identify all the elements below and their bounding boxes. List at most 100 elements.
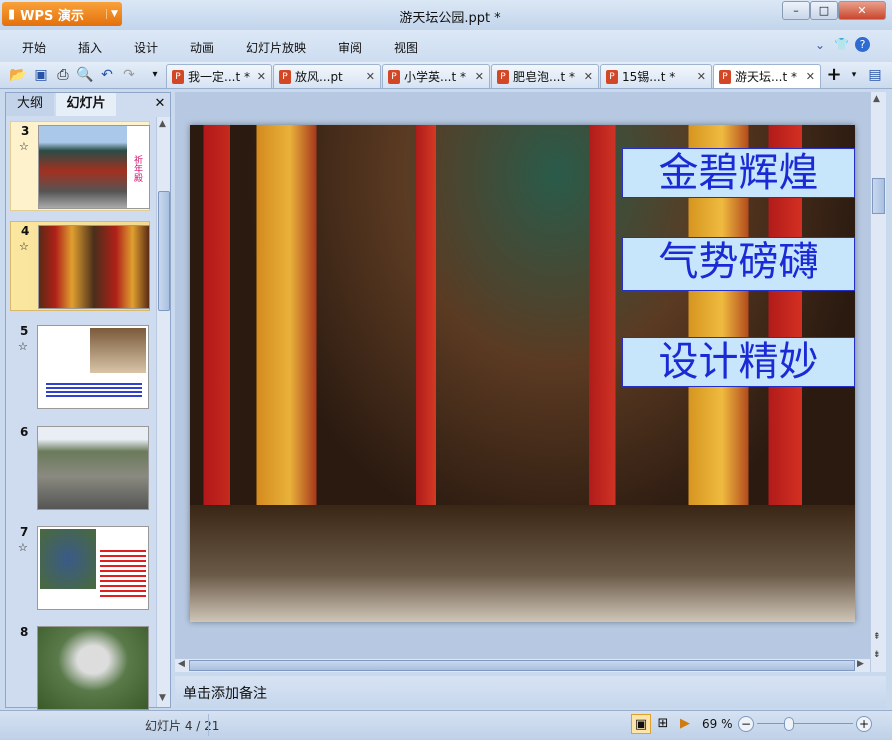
tab-label: 小学英...t * [404,70,466,84]
close-tab-icon[interactable]: ✕ [806,70,815,83]
menu-bar: 开始 插入 设计 动画 幻灯片放映 审阅 视图 ⌄ 👕 ? [0,30,892,62]
close-tab-icon[interactable]: ✕ [366,70,375,83]
help-icon[interactable]: ? [855,37,870,52]
maximize-button[interactable]: □ [810,1,838,20]
document-tab[interactable]: P 我一定...t * ✕ [166,64,272,88]
caption-textbox[interactable]: 气势磅礴 [622,237,855,291]
tab-label: 15锡...t * [622,70,676,84]
slide-canvas[interactable]: 金碧辉煌 气势磅礴 设计精妙 [190,125,855,622]
zoom-slider-thumb[interactable] [784,717,794,731]
close-tab-icon[interactable]: ✕ [475,70,484,83]
collapse-ribbon-icon[interactable]: ⌄ [815,38,825,52]
document-tab[interactable]: P 肥皂泡...t * ✕ [491,64,599,88]
menu-review[interactable]: 审阅 [338,39,362,56]
tab-label: 肥皂泡...t * [513,70,575,84]
document-tab[interactable]: P 15锡...t * ✕ [600,64,712,88]
document-tab-active[interactable]: P 游天坛...t * ✕ [713,64,821,88]
tab-slides[interactable]: 幻灯片 [56,93,116,116]
print-icon[interactable]: ⎙ [54,66,72,84]
minimize-button[interactable]: – [782,1,810,20]
divider [208,714,209,736]
ppt-file-icon: P [279,69,291,84]
tab-label: 放风...pt [295,70,343,84]
open-folder-icon[interactable]: 📂 [9,66,27,84]
zoom-in-button[interactable]: + [856,716,872,732]
close-tab-icon[interactable]: ✕ [584,70,593,83]
zoom-slider-track[interactable] [757,723,853,724]
menu-slideshow[interactable]: 幻灯片放映 [246,39,306,56]
slide-thumbnail[interactable]: 3 ☆ 祈年殿 [10,121,150,211]
slide-thumbnail[interactable]: 7 ☆ [10,523,150,613]
tab-label: 我一定...t * [188,70,250,84]
menu-insert[interactable]: 插入 [78,39,102,56]
undo-icon[interactable]: ↶ [98,66,116,84]
animation-star-icon: ☆ [19,240,29,253]
zoom-level: 69 % [702,717,733,731]
scrollbar-thumb[interactable] [158,191,170,311]
animation-star-icon: ☆ [18,541,28,554]
caption-textbox[interactable]: 金碧辉煌 [622,148,855,198]
redo-icon[interactable]: ↷ [120,66,138,84]
close-tab-icon[interactable]: ✕ [257,70,266,83]
wps-logo-icon: ▮ [8,6,16,22]
menu-design[interactable]: 设计 [134,39,158,56]
scroll-right-icon[interactable]: ▶ [857,659,864,669]
slide-thumbnail-selected[interactable]: 4 ☆ [10,221,150,311]
customize-toolbar-icon[interactable]: ▾ [146,66,164,84]
app-name: WPS 演示 [20,8,84,24]
slide-thumbnail[interactable]: 8 [10,623,150,713]
thumbnail-title: 祈年殿 [127,126,149,208]
print-preview-icon[interactable]: 🔍 [76,66,94,84]
save-icon[interactable]: ▣ [32,66,50,84]
animation-star-icon: ☆ [18,340,28,353]
wps-app-menu-button[interactable]: ▮ WPS 演示 ▼ [2,2,122,26]
window-layout-icon[interactable]: ▤ [866,66,884,84]
previous-slide-icon[interactable]: ⇞ [873,632,881,642]
slide-number: 3 [21,124,30,138]
new-tab-dropdown-icon[interactable]: ▾ [845,66,863,84]
close-panel-icon[interactable]: ✕ [152,93,168,116]
window-title: 游天坛公园.ppt * [399,11,501,26]
new-tab-plus-icon[interactable]: + [825,66,843,84]
menu-view[interactable]: 视图 [394,39,418,56]
slide-background-image [190,505,855,622]
scrollbar-thumb[interactable] [872,178,885,214]
zoom-out-button[interactable]: − [738,716,754,732]
slides-panel: 大纲 幻灯片 ✕ 3 ☆ 祈年殿 4 ☆ 5 ☆ 6 7 ☆ 8 ▲ ▼ [5,92,171,710]
slide-number: 5 [20,324,29,338]
close-button[interactable]: ✕ [838,1,886,20]
slide-thumbnail[interactable]: 5 ☆ [10,322,150,412]
normal-view-icon[interactable]: ▣ [631,714,651,734]
ppt-file-icon: P [606,69,618,84]
tab-outline[interactable]: 大纲 [6,93,54,116]
slide-number: 4 [21,224,30,238]
chevron-down-icon[interactable]: ▼ [106,9,122,19]
slide-thumbnail[interactable]: 6 [10,423,150,513]
quick-access-toolbar: 📂 ▣ ⎙ 🔍 ↶ ↷ ▾ P 我一定...t * ✕ P 放风...pt ✕ P 小学英… [0,62,892,89]
notes-pane[interactable]: 单击添加备注 [175,676,886,708]
next-slide-icon[interactable]: ⇟ [873,650,881,660]
skin-shirt-icon[interactable]: 👕 [834,37,849,51]
tab-label: 游天坛...t * [735,70,797,84]
document-tab[interactable]: P 放风...pt ✕ [273,64,381,88]
scroll-down-icon[interactable]: ▼ [159,693,166,703]
slideshow-view-icon[interactable]: ▶ [675,714,695,734]
vertical-scrollbar[interactable]: ▲ ⇞ ⇟ [870,92,886,672]
horizontal-scrollbar[interactable]: ◀ ▶ [175,658,870,672]
scroll-left-icon[interactable]: ◀ [178,659,185,669]
slide-number: 7 [20,525,29,539]
caption-textbox[interactable]: 设计精妙 [622,337,855,387]
menu-home[interactable]: 开始 [22,39,46,56]
scroll-up-icon[interactable]: ▲ [873,94,880,104]
slide-number: 8 [20,625,29,639]
panel-scrollbar[interactable]: ▲ ▼ [156,117,170,707]
scroll-up-icon[interactable]: ▲ [159,119,166,129]
ppt-file-icon: P [172,69,184,84]
close-tab-icon[interactable]: ✕ [697,70,706,83]
slide-sorter-view-icon[interactable]: ⊞ [653,714,673,734]
scrollbar-thumb[interactable] [189,660,855,671]
ppt-file-icon: P [719,69,731,84]
menu-animation[interactable]: 动画 [190,39,214,56]
status-bar: 幻灯片 4 / 21 ▣ ⊞ ▶ 69 % − + [0,710,892,740]
document-tab[interactable]: P 小学英...t * ✕ [382,64,490,88]
